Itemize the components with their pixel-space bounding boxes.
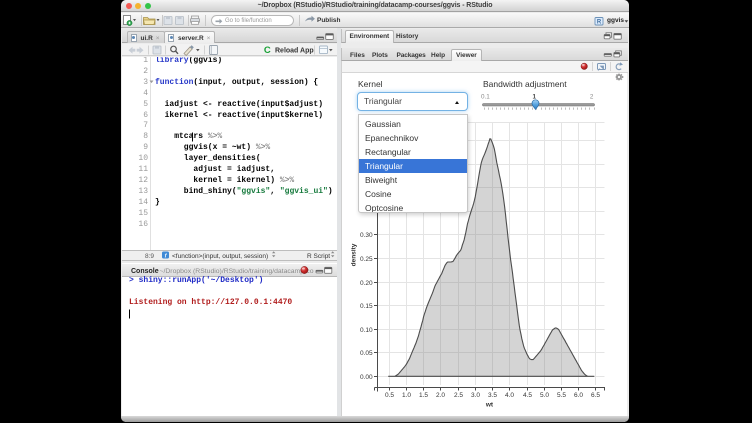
svg-text:3.0: 3.0 — [471, 392, 480, 399]
svg-text:Reload App: Reload App — [275, 48, 314, 55]
svg-text:1.0: 1.0 — [402, 392, 411, 399]
svg-text:wt: wt — [485, 402, 494, 409]
svg-text:<function>(input, output, sess: <function>(input, output, session) — [172, 253, 268, 260]
svg-text:8:9: 8:9 — [145, 253, 154, 260]
svg-text:6.0: 6.0 — [574, 392, 583, 399]
svg-text:4.0: 4.0 — [505, 392, 514, 399]
svg-text:1.5: 1.5 — [419, 392, 428, 399]
svg-text:density: density — [351, 243, 358, 266]
svg-text:~/Dropbox (RStudio)/RStudio/tr: ~/Dropbox (RStudio)/RStudio/training/dat… — [160, 268, 314, 275]
svg-text:1: 1 — [533, 94, 537, 101]
svg-text:0.00: 0.00 — [360, 374, 373, 381]
svg-text:2.5: 2.5 — [454, 392, 463, 399]
svg-text:0.1: 0.1 — [481, 94, 490, 101]
svg-text:0.10: 0.10 — [360, 327, 373, 334]
svg-text:6.5: 6.5 — [591, 392, 600, 399]
svg-text:0.20: 0.20 — [360, 280, 373, 287]
svg-text:0.5: 0.5 — [385, 392, 394, 399]
svg-text:0.30: 0.30 — [360, 232, 373, 239]
svg-text:Console: Console — [131, 268, 159, 275]
svg-text:2.0: 2.0 — [436, 392, 445, 399]
svg-text:4.5: 4.5 — [523, 392, 532, 399]
svg-text:0.05: 0.05 — [360, 350, 373, 357]
svg-text:0.15: 0.15 — [360, 303, 373, 310]
svg-text:3.5: 3.5 — [488, 392, 497, 399]
svg-text:5.5: 5.5 — [557, 392, 566, 399]
svg-text:0.25: 0.25 — [360, 256, 373, 263]
svg-text:C: C — [264, 45, 271, 56]
svg-text:R: R — [597, 20, 602, 26]
svg-text:5.0: 5.0 — [540, 392, 549, 399]
svg-text:R Script: R Script — [307, 253, 330, 260]
svg-text:2: 2 — [590, 94, 594, 101]
